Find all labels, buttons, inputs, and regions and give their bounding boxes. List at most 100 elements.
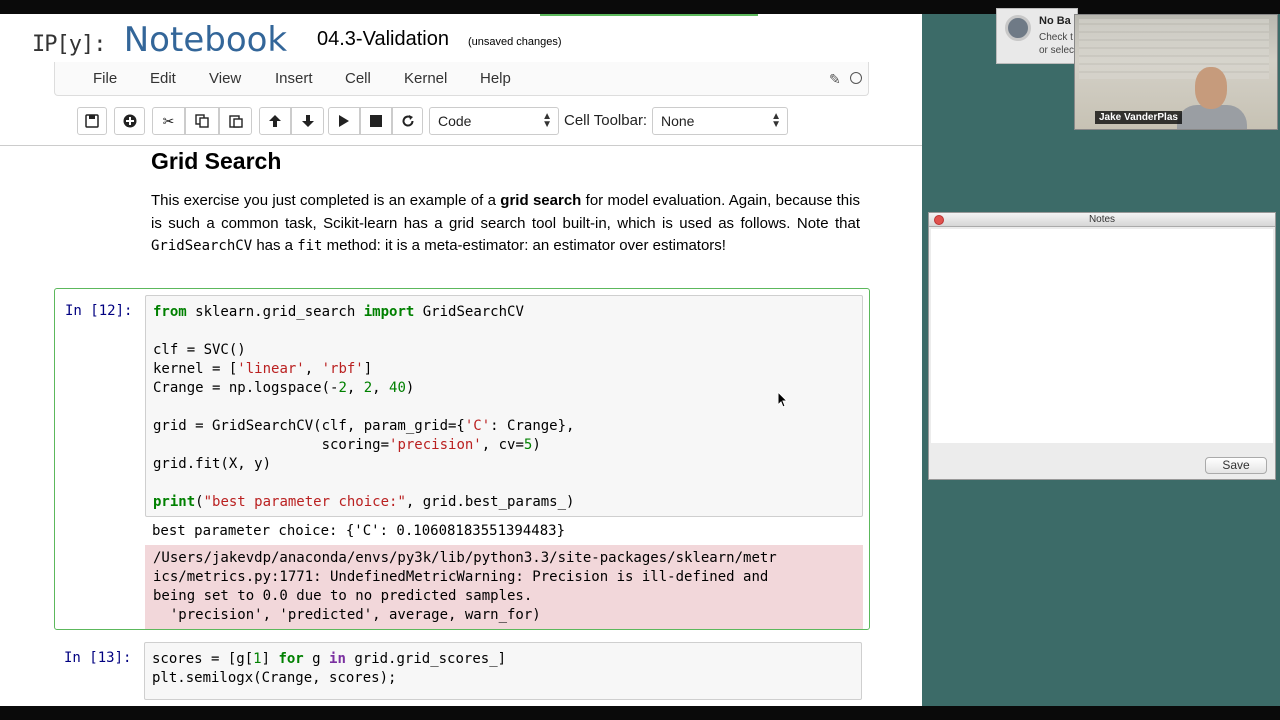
code-line: print("best parameter choice:", grid.bes…	[153, 493, 855, 512]
notification-text: Check t	[1039, 32, 1073, 43]
string: "best parameter choice:"	[203, 494, 406, 510]
code-text: ]	[261, 651, 279, 667]
notebook-window: IP[y]: Notebook 04.3-Validation (unsaved…	[0, 14, 922, 706]
inline-code: fit	[297, 238, 323, 255]
inline-code: GridSearchCV	[151, 238, 253, 255]
cell-output-stderr: /Users/jakevdp/anaconda/envs/py3k/lib/py…	[145, 545, 863, 629]
code-cell-12[interactable]: In [12]: from sklearn.grid_search import…	[54, 288, 870, 630]
cell-toolbar-value: None	[661, 113, 695, 129]
code-line: from sklearn.grid_search import GridSear…	[153, 303, 855, 322]
restart-button[interactable]	[392, 107, 423, 135]
scissors-icon: ✂	[162, 112, 175, 129]
save-button[interactable]	[77, 107, 107, 135]
menu-cell[interactable]: Cell	[345, 70, 371, 87]
code-text: , cv=	[481, 437, 524, 453]
insert-cell-button[interactable]	[114, 107, 145, 135]
builtin: print	[153, 494, 196, 510]
paste-button[interactable]	[219, 107, 252, 135]
number: 1	[253, 651, 262, 667]
copy-icon	[195, 114, 209, 128]
code-text: grid = GridSearchCV(clf, param_grid={	[153, 418, 465, 434]
keyword: from	[153, 304, 187, 320]
webcam-overlay: Jake VanderPlas	[1074, 14, 1278, 130]
presenter-head	[1195, 67, 1227, 109]
notebook-header: IP[y]: Notebook 04.3-Validation (unsaved…	[0, 14, 922, 64]
code-text: : Crange},	[490, 418, 575, 434]
menu-file[interactable]: File	[93, 70, 117, 87]
paste-icon	[228, 115, 243, 128]
stop-icon	[370, 115, 382, 127]
menu-edit[interactable]: Edit	[150, 70, 176, 87]
code-text: ]	[363, 361, 373, 377]
code-text: scoring=	[153, 437, 390, 453]
menu-kernel[interactable]: Kernel	[404, 70, 447, 87]
copy-button[interactable]	[185, 107, 219, 135]
cell-toolbar-select[interactable]: None ▲ ▼	[652, 107, 788, 135]
cut-button[interactable]: ✂	[152, 107, 185, 135]
markdown-paragraph: This exercise you just completed is an e…	[151, 190, 860, 258]
menubar: File Edit View Insert Cell Kernel Help ✎	[54, 62, 869, 96]
notes-textarea[interactable]	[931, 229, 1273, 443]
code-line: grid.fit(X, y)	[153, 456, 272, 472]
arrow-up-icon	[269, 115, 281, 127]
code-line: scoring='precision', cv=5)	[153, 436, 855, 455]
notes-titlebar[interactable]: Notes	[929, 213, 1275, 227]
stderr-line: ics/metrics.py:1771: UndefinedMetricWarn…	[153, 569, 769, 585]
number: 40	[389, 380, 406, 396]
whiteboard-background	[1079, 19, 1269, 79]
code-line: clf = SVC()	[153, 342, 246, 358]
menu-help[interactable]: Help	[480, 70, 511, 87]
input-prompt: In [12]:	[65, 303, 133, 319]
code-cell-13[interactable]: In [13]: scores = [g[1] for g in grid.gr…	[54, 636, 870, 700]
time-machine-icon	[1005, 15, 1031, 41]
code-text: g	[303, 651, 330, 667]
cell-type-select[interactable]: Code ▲ ▼	[429, 107, 559, 135]
bold-text: grid search	[500, 192, 582, 209]
code-text: )	[532, 437, 541, 453]
keyword: for	[278, 651, 304, 667]
code-text: ,	[304, 361, 322, 377]
text: method: it is a meta-estimator: an estim…	[322, 237, 726, 255]
system-notification[interactable]: No Ba Check t or selec	[996, 8, 1078, 64]
code-editor[interactable]: scores = [g[1] for g in grid.grid_scores…	[144, 642, 862, 700]
presenter-name: Jake VanderPlas	[1095, 111, 1182, 124]
code-editor[interactable]: from sklearn.grid_search import GridSear…	[145, 295, 863, 517]
ipython-logo[interactable]: IP[y]: Notebook	[32, 20, 287, 60]
text: has a	[252, 237, 298, 255]
string: 'precision'	[389, 437, 482, 453]
save-notes-button[interactable]: Save	[1205, 457, 1267, 474]
code-text: sklearn.grid_search	[186, 304, 364, 320]
select-arrows-icon: ▲ ▼	[771, 111, 781, 130]
cell-type-value: Code	[438, 113, 472, 129]
pencil-icon[interactable]: ✎	[829, 71, 841, 88]
toolbar: ✂ Code ▲ ▼ Cell Toolbar: None ▲ ▼	[0, 100, 922, 146]
menu-insert[interactable]: Insert	[275, 70, 313, 87]
code-text: scores = [g[	[152, 651, 254, 667]
input-prompt: In [13]:	[64, 650, 132, 666]
move-up-button[interactable]	[259, 107, 291, 135]
logo-word: Notebook	[123, 20, 288, 60]
code-text: )	[405, 380, 415, 396]
code-text: Crange = np.logspace(-	[153, 380, 339, 396]
run-button[interactable]	[328, 107, 360, 135]
number: 2	[363, 380, 373, 396]
stderr-line: being set to 0.0 due to no predicted sam…	[153, 588, 533, 604]
save-status: (unsaved changes)	[468, 36, 562, 48]
code-text: (	[195, 494, 204, 510]
string: 'linear'	[237, 361, 305, 377]
string: 'C'	[464, 418, 491, 434]
bottom-bezel	[0, 706, 1280, 720]
move-down-button[interactable]	[291, 107, 324, 135]
select-arrows-icon: ▲ ▼	[542, 111, 552, 130]
floppy-icon	[85, 114, 99, 128]
menu-view[interactable]: View	[209, 70, 241, 87]
arrow-down-icon	[301, 115, 314, 127]
interrupt-button[interactable]	[360, 107, 392, 135]
notebook-name[interactable]: 04.3-Validation	[317, 28, 449, 51]
code-line: kernel = ['linear', 'rbf']	[153, 360, 855, 379]
plus-circle-icon	[123, 114, 136, 128]
mouse-cursor-icon	[778, 392, 788, 408]
